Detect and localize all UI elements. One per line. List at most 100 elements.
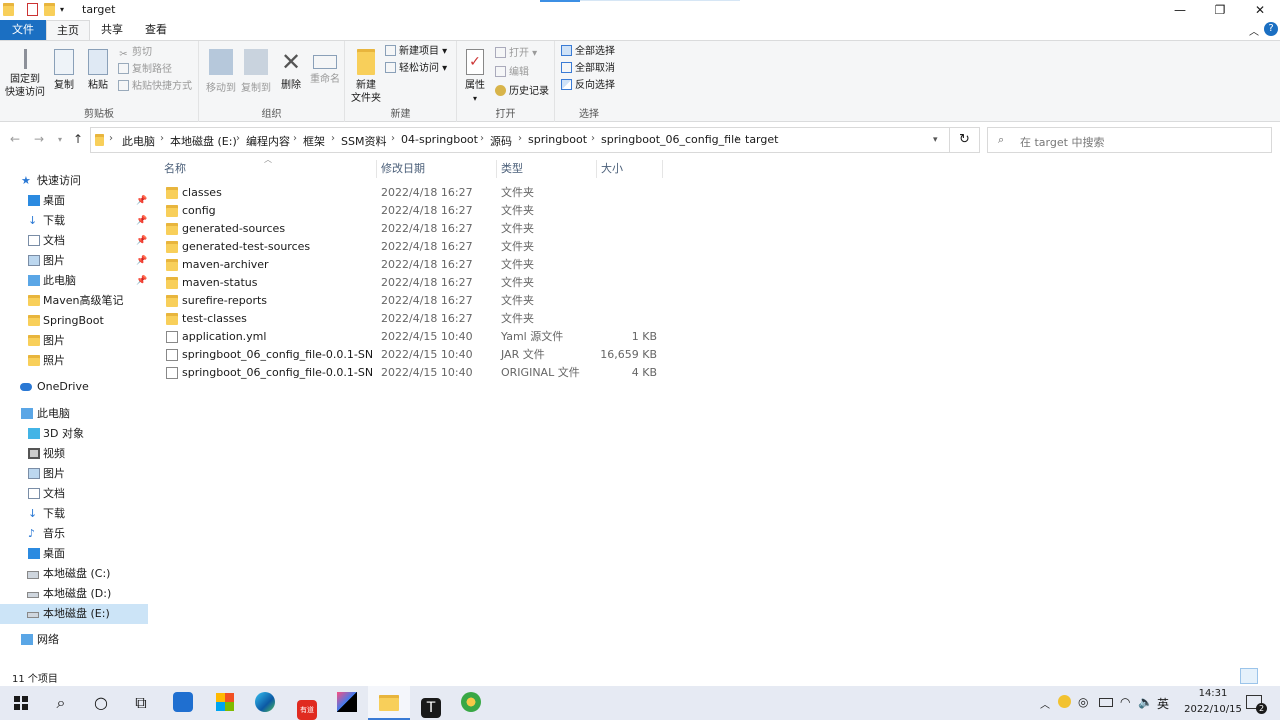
chevron-down-icon[interactable]: ▾ <box>933 135 938 145</box>
battery-icon[interactable] <box>1099 698 1113 707</box>
file-row[interactable]: test-classes 2022/4/18 16:27 文件夹 <box>160 310 660 328</box>
breadcrumb[interactable]: › 此电脑 › 本地磁盘 (E:) › 编程内容 › 框架 › SSM资料 › … <box>90 127 950 153</box>
tab-share[interactable]: 共享 <box>90 20 134 40</box>
taskbar-app-store[interactable] <box>204 686 246 720</box>
nav-item-pictures[interactable]: 图片 <box>0 464 148 484</box>
back-icon[interactable]: ← <box>10 132 20 146</box>
chevron-right-icon[interactable]: › <box>591 133 595 144</box>
clock-time[interactable]: 14:31 <box>1183 688 1243 699</box>
rename-button[interactable]: 重命名 <box>307 45 343 86</box>
chevron-down-icon[interactable]: ▾ <box>60 3 71 16</box>
tray-expand-icon[interactable]: ︿ <box>1040 696 1050 711</box>
nav-quick-access[interactable]: ★ 快速访问 <box>0 171 148 191</box>
tray-app-icon[interactable] <box>1058 695 1071 708</box>
nav-item-folder[interactable]: Maven高级笔记 <box>0 291 148 311</box>
file-row[interactable]: config 2022/4/18 16:27 文件夹 <box>160 202 660 220</box>
file-row[interactable]: generated-sources 2022/4/18 16:27 文件夹 <box>160 220 660 238</box>
crumb-folder[interactable]: 04-springboot <box>401 133 478 146</box>
chevron-right-icon[interactable]: › <box>391 133 395 144</box>
move-to-button[interactable]: 移动到 <box>203 45 239 95</box>
chevron-down-icon[interactable]: ▾ <box>459 92 491 105</box>
nav-item-pictures[interactable]: 图片 📌 <box>0 251 148 271</box>
cortana-button[interactable]: ○ <box>80 686 122 720</box>
nav-item-desktop[interactable]: 桌面 <box>0 544 148 564</box>
pin-icon[interactable]: 📌 <box>136 271 147 291</box>
recent-chevron-icon[interactable]: ▾ <box>58 135 62 144</box>
nav-item-drive-e[interactable]: 本地磁盘 (E:) <box>0 604 148 624</box>
security-icon[interactable]: ◎ <box>1078 695 1088 709</box>
chevron-right-icon[interactable]: › <box>735 133 739 144</box>
delete-button[interactable]: ✕ 删除 <box>277 45 305 92</box>
pin-icon[interactable]: 📌 <box>136 191 147 211</box>
select-none-button[interactable]: 全部取消 <box>561 61 615 77</box>
new-folder-icon[interactable] <box>44 3 55 16</box>
taskbar-app-youdao[interactable]: 有道 <box>286 686 328 720</box>
file-row[interactable]: classes 2022/4/18 16:27 文件夹 <box>160 184 660 202</box>
file-row[interactable]: generated-test-sources 2022/4/18 16:27 文件夹 <box>160 238 660 256</box>
crumb-drive-e[interactable]: 本地磁盘 (E:) <box>170 133 237 149</box>
minimize-button[interactable]: — <box>1160 0 1200 20</box>
nav-item-folder[interactable]: 照片 <box>0 351 148 371</box>
ime-indicator[interactable]: 英 <box>1157 695 1169 712</box>
column-header-type[interactable]: 类型 <box>497 160 597 178</box>
copy-path-button[interactable]: 复制路径 <box>118 62 172 78</box>
search-box[interactable]: ⌕ 在 target 中搜索 <box>987 127 1272 153</box>
start-button[interactable] <box>0 686 42 720</box>
paste-button[interactable]: 粘贴 <box>82 45 114 92</box>
history-button[interactable]: 历史记录 <box>495 84 549 100</box>
crumb-folder[interactable]: 框架 <box>303 133 325 149</box>
pin-icon[interactable]: 📌 <box>136 211 147 231</box>
nav-item-videos[interactable]: 视频 <box>0 444 148 464</box>
search-button[interactable]: ⌕ <box>40 686 82 720</box>
taskbar-app-edge[interactable] <box>244 686 286 720</box>
copy-button[interactable]: 复制 <box>48 45 80 92</box>
crumb-folder[interactable]: springboot_06_config_file <box>601 133 741 146</box>
invert-selection-button[interactable]: 反向选择 <box>561 78 615 94</box>
nav-item-folder[interactable]: SpringBoot <box>0 311 148 331</box>
column-header-date[interactable]: 修改日期 <box>377 160 497 178</box>
nav-item-3d-objects[interactable]: 3D 对象 <box>0 424 148 444</box>
restore-button[interactable]: ❐ <box>1200 0 1240 20</box>
up-icon[interactable]: ↑ <box>73 132 83 146</box>
nav-item-downloads[interactable]: ↓ 下载 <box>0 504 148 524</box>
crumb-folder[interactable]: springboot <box>528 133 587 146</box>
nav-this-pc[interactable]: 此电脑 <box>0 404 148 424</box>
chevron-right-icon[interactable]: › <box>160 133 164 144</box>
nav-item-drive-d[interactable]: 本地磁盘 (D:) <box>0 584 148 604</box>
help-icon[interactable]: ? <box>1264 22 1278 36</box>
nav-onedrive[interactable]: OneDrive <box>0 377 148 397</box>
tab-file[interactable]: 文件 <box>0 20 46 40</box>
nav-item-music[interactable]: ♪ 音乐 <box>0 524 148 544</box>
nav-item-desktop[interactable]: 桌面 📌 <box>0 191 148 211</box>
chevron-right-icon[interactable]: › <box>480 133 484 144</box>
refresh-button[interactable]: ↻ <box>950 127 980 153</box>
column-header-size[interactable]: 大小 <box>597 160 663 178</box>
chevron-right-icon[interactable]: › <box>518 133 522 144</box>
chevron-right-icon[interactable]: › <box>293 133 297 144</box>
tab-view[interactable]: 查看 <box>134 20 178 40</box>
close-button[interactable]: ✕ <box>1240 0 1280 20</box>
easy-access-button[interactable]: 轻松访问 ▾ <box>385 61 447 77</box>
pin-quick-access-button[interactable]: 固定到 快速访问 <box>4 45 46 99</box>
wifi-icon[interactable]: ◠ <box>1120 695 1130 709</box>
paste-shortcut-button[interactable]: 粘贴快捷方式 <box>118 79 192 95</box>
new-item-button[interactable]: 新建项目 ▾ <box>385 44 447 60</box>
volume-icon[interactable]: 🔈 <box>1138 695 1153 709</box>
new-folder-button[interactable]: 新建 文件夹 <box>347 45 385 105</box>
clock-date[interactable]: 2022/10/15 <box>1175 704 1251 715</box>
crumb-current[interactable]: target <box>745 133 778 146</box>
file-row[interactable]: springboot_06_config_file-0.0.1-SNA... 20… <box>160 346 660 364</box>
search-input[interactable]: 在 target 中搜索 <box>1020 134 1104 150</box>
file-row[interactable]: springboot_06_config_file-0.0.1-SNA... 20… <box>160 364 660 382</box>
taskbar-app-chrome[interactable] <box>450 686 492 720</box>
file-row[interactable]: surefire-reports 2022/4/18 16:27 文件夹 <box>160 292 660 310</box>
edit-button[interactable]: 编辑 <box>495 65 529 81</box>
open-button[interactable]: 打开 ▾ <box>495 46 537 62</box>
properties-icon[interactable] <box>27 3 38 16</box>
tab-home[interactable]: 主页 <box>46 20 90 40</box>
file-row[interactable]: maven-archiver 2022/4/18 16:27 文件夹 <box>160 256 660 274</box>
task-view-button[interactable]: ⧉ <box>120 686 162 720</box>
crumb-folder[interactable]: SSM资料 <box>341 133 386 149</box>
nav-item-documents[interactable]: 文档 📌 <box>0 231 148 251</box>
collapse-ribbon-icon[interactable]: ︿ <box>1249 23 1259 38</box>
